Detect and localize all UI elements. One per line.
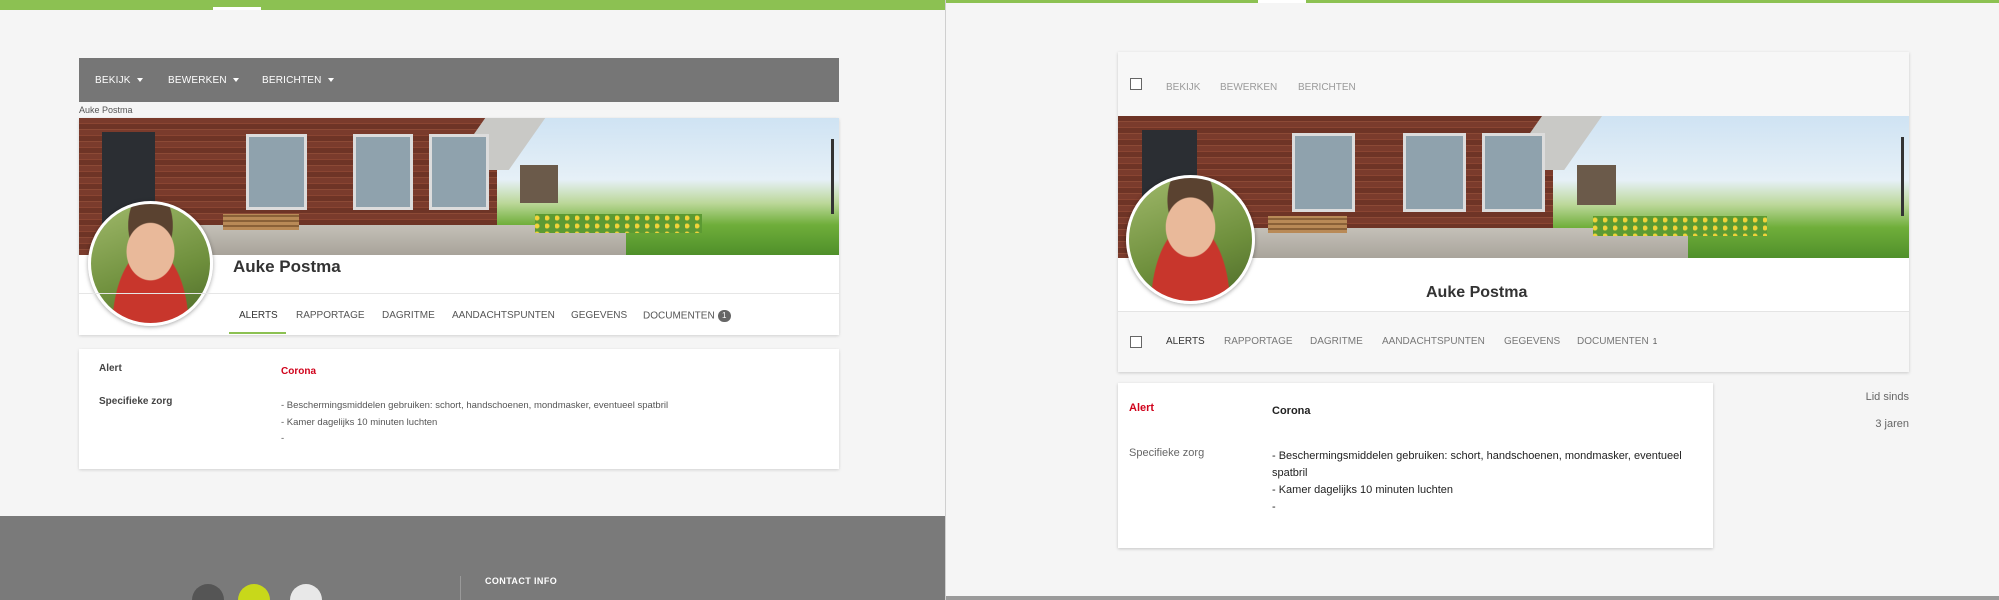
- alerts-card: Alert Corona Specifieke zorg - Beschermi…: [1118, 383, 1713, 548]
- action-menubar: BEKIJK BEWERKEN BERICHTEN: [79, 58, 839, 102]
- care-line: -: [281, 433, 285, 444]
- avatar[interactable]: [1126, 175, 1255, 304]
- care-label: Specifieke zorg: [1129, 447, 1205, 459]
- care-line: - Kamer dagelijks 10 minuten luchten: [281, 417, 438, 428]
- phone-icon[interactable]: [192, 584, 224, 600]
- contact-info-title: CONTACT INFO: [485, 576, 558, 586]
- active-tab-indicator: [229, 332, 286, 334]
- care-line: - Kamer dagelijks 10 minuten luchten: [1272, 484, 1453, 496]
- tabs-checkbox[interactable]: [1130, 336, 1142, 348]
- tab-aandachtspunten[interactable]: AANDACHTSPUNTEN: [1382, 336, 1485, 347]
- right-pane: BEKIJK BEWERKEN BERICHTEN Auke Postma AL…: [946, 0, 1999, 600]
- chevron-down-icon: [327, 78, 334, 83]
- menu-bekijk[interactable]: BEKIJK: [95, 75, 143, 86]
- care-line: - Beschermingsmiddelen gebruiken: schort…: [281, 400, 669, 411]
- tab-dagritme[interactable]: DAGRITME: [1310, 336, 1363, 347]
- documents-count-badge: 1: [717, 310, 731, 322]
- toolbar-bekijk[interactable]: BEKIJK: [1166, 82, 1200, 93]
- alert-value: Corona: [1272, 405, 1311, 417]
- tab-documenten[interactable]: DOCUMENTEN 1: [1577, 336, 1657, 347]
- alert-value: Corona: [281, 366, 316, 377]
- tab-gegevens[interactable]: GEGEVENS: [571, 310, 627, 321]
- tab-alerts[interactable]: ALERTS: [1166, 336, 1205, 347]
- toolbar-bewerken[interactable]: BEWERKEN: [1220, 82, 1277, 93]
- top-accent-bar: [946, 0, 1999, 3]
- profile-name: Auke Postma: [233, 257, 341, 276]
- profile-name: Auke Postma: [1426, 284, 1528, 301]
- care-line: -: [1272, 501, 1276, 513]
- menu-bewerken[interactable]: BEWERKEN: [168, 75, 239, 86]
- chevron-down-icon: [232, 78, 239, 83]
- left-pane: BEKIJK BEWERKEN BERICHTEN Auke Postma Au…: [0, 0, 946, 600]
- top-accent-bar: [0, 0, 946, 10]
- footer: CONTACT INFO: [0, 516, 946, 600]
- select-checkbox[interactable]: [1130, 78, 1142, 90]
- care-label: Specifieke zorg: [99, 396, 173, 407]
- care-line: spatbril: [1272, 467, 1308, 479]
- chevron-down-icon: [136, 78, 143, 83]
- alert-label: Alert: [1129, 402, 1155, 414]
- member-since-value: 3 jaren: [1875, 418, 1909, 430]
- care-line: - Beschermingsmiddelen gebruiken: schort…: [1272, 450, 1682, 462]
- tab-gegevens[interactable]: GEGEVENS: [1504, 336, 1560, 347]
- tab-rapportage[interactable]: RAPPORTAGE: [296, 310, 365, 321]
- menu-berichten[interactable]: BERICHTEN: [262, 75, 334, 86]
- breadcrumb: Auke Postma: [79, 105, 133, 115]
- documents-count: 1: [1652, 336, 1658, 346]
- tab-aandachtspunten[interactable]: AANDACHTSPUNTEN: [452, 310, 555, 321]
- tab-documenten[interactable]: DOCUMENTEN 1: [643, 310, 731, 322]
- tab-rapportage[interactable]: RAPPORTAGE: [1224, 336, 1293, 347]
- tab-dagritme[interactable]: DAGRITME: [382, 310, 435, 321]
- profile-tabs: ALERTS RAPPORTAGE DAGRITME AANDACHTSPUNT…: [79, 293, 839, 335]
- alert-label: Alert: [99, 363, 122, 374]
- toolbar-berichten[interactable]: BERICHTEN: [1298, 82, 1356, 93]
- member-since-label: Lid sinds: [1865, 391, 1909, 403]
- info-icon[interactable]: [290, 584, 322, 600]
- logo-icon: [238, 584, 270, 600]
- tab-alerts[interactable]: ALERTS: [239, 310, 278, 321]
